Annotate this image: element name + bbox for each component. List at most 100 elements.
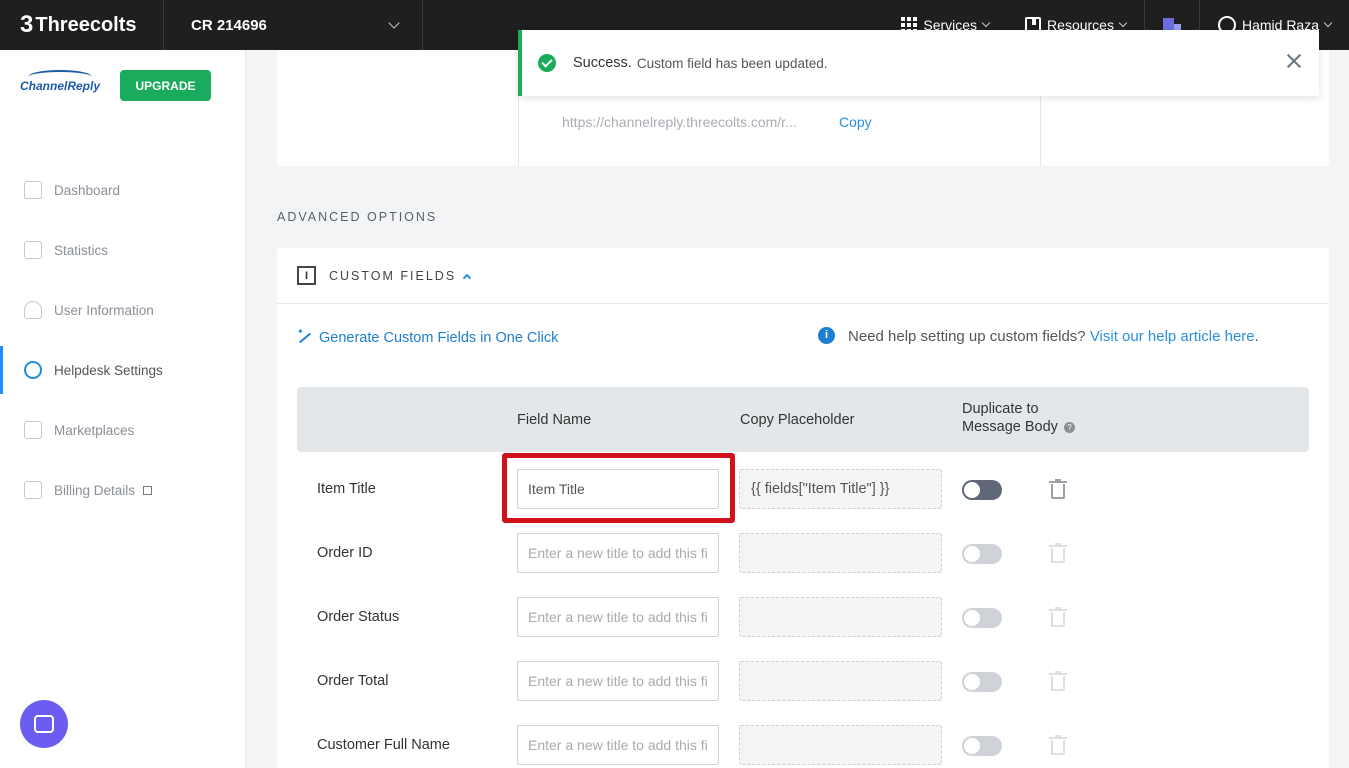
duplicate-toggle[interactable] bbox=[962, 736, 1002, 756]
clipboard-icon bbox=[24, 241, 42, 259]
table-row: Order ID bbox=[297, 533, 1309, 597]
copy-placeholder-box bbox=[739, 725, 942, 765]
home-icon bbox=[24, 181, 42, 199]
copy-url-button[interactable]: Copy bbox=[839, 114, 872, 130]
table-row: Customer Full Name bbox=[297, 725, 1309, 768]
table-header: Field Name Copy Placeholder Duplicate to… bbox=[297, 387, 1309, 452]
sidebar-item-label: Billing Details bbox=[54, 482, 136, 498]
chevron-down-icon bbox=[388, 17, 400, 29]
sidebar-item-dashboard[interactable]: Dashboard bbox=[0, 160, 246, 220]
sidebar-item-billing-details[interactable]: Billing Details bbox=[0, 460, 246, 520]
row-label: Order Total bbox=[317, 673, 389, 689]
custom-fields-card: I CUSTOM FIELDS Generate Custom Fields i… bbox=[277, 248, 1329, 768]
trash-icon[interactable] bbox=[1049, 479, 1067, 499]
info-icon: i bbox=[818, 327, 835, 344]
copy-placeholder-box bbox=[739, 661, 942, 701]
sidebar: ChannelReply UPGRADE Dashboard Statistic… bbox=[0, 50, 246, 768]
sidebar-item-label: User Information bbox=[54, 302, 154, 318]
upgrade-button[interactable]: UPGRADE bbox=[120, 70, 211, 101]
store-icon bbox=[24, 421, 42, 439]
field-name-input[interactable] bbox=[517, 597, 719, 637]
logo-text: ChannelReply bbox=[20, 79, 101, 93]
brand-name: Threecolts bbox=[35, 13, 137, 36]
help-text: Need help setting up custom fields? bbox=[848, 328, 1086, 345]
billing-icon bbox=[24, 481, 42, 499]
field-name-input[interactable] bbox=[517, 725, 719, 765]
custom-fields-title: CUSTOM FIELDS bbox=[329, 268, 457, 283]
column-duplicate: Duplicate to Message Body ? bbox=[962, 400, 1075, 436]
copy-placeholder-box[interactable]: {{ fields["Item Title"] }} bbox=[739, 469, 942, 509]
trash-icon bbox=[1049, 735, 1067, 755]
toggle-knob bbox=[964, 610, 980, 626]
webhook-url: https://channelreply.threecolts.com/r... bbox=[562, 114, 797, 130]
duplicate-toggle[interactable] bbox=[962, 544, 1002, 564]
column-duplicate-line2: Message Body bbox=[962, 419, 1058, 435]
column-field-name: Field Name bbox=[517, 412, 592, 428]
row-label: Order Status bbox=[317, 609, 400, 625]
chat-icon bbox=[34, 715, 54, 733]
gear-icon bbox=[24, 361, 42, 379]
text-field-icon: I bbox=[297, 266, 316, 285]
table-row: Order Total bbox=[297, 661, 1309, 725]
main-content: https://channelreply.threecolts.com/r...… bbox=[246, 50, 1349, 768]
success-toast: Success. Custom field has been updated. bbox=[518, 30, 1319, 96]
row-label: Item Title bbox=[317, 481, 376, 497]
column-duplicate-line1: Duplicate to bbox=[962, 401, 1039, 417]
generate-custom-fields-button[interactable]: Generate Custom Fields in One Click bbox=[297, 327, 559, 346]
toast-message: Custom field has been updated. bbox=[636, 55, 828, 71]
sidebar-item-user-information[interactable]: User Information bbox=[0, 280, 246, 340]
threecolts-logo-icon: 3 bbox=[20, 11, 34, 38]
duplicate-toggle[interactable] bbox=[962, 608, 1002, 628]
sidebar-nav: Dashboard Statistics User Information He… bbox=[0, 160, 246, 520]
help-article-link[interactable]: Visit our help article here bbox=[1090, 328, 1255, 345]
help-question-icon[interactable]: ? bbox=[1063, 421, 1075, 433]
sidebar-item-marketplaces[interactable]: Marketplaces bbox=[0, 400, 246, 460]
trash-icon bbox=[1049, 607, 1067, 627]
field-name-input[interactable] bbox=[517, 469, 719, 509]
sidebar-item-label: Marketplaces bbox=[54, 422, 135, 438]
trash-icon bbox=[1049, 543, 1067, 563]
help-period: . bbox=[1254, 328, 1259, 345]
column-copy-placeholder: Copy Placeholder bbox=[740, 412, 855, 428]
user-icon bbox=[24, 301, 42, 319]
field-name-input[interactable] bbox=[517, 661, 719, 701]
table-row: Order Status bbox=[297, 597, 1309, 661]
check-circle-icon bbox=[538, 54, 556, 72]
sidebar-item-label: Dashboard bbox=[54, 182, 121, 198]
chevron-down-icon bbox=[981, 18, 991, 28]
chevron-down-icon bbox=[1323, 18, 1333, 28]
sidebar-item-label: Helpdesk Settings bbox=[54, 362, 163, 378]
row-label: Order ID bbox=[317, 545, 373, 561]
table-row: Item Title {{ fields["Item Title"] }} bbox=[297, 469, 1309, 533]
toggle-knob bbox=[964, 674, 980, 690]
help-note: i Need help setting up custom fields? Vi… bbox=[818, 326, 1278, 347]
external-link-icon bbox=[143, 485, 153, 495]
copy-placeholder-box bbox=[739, 597, 942, 637]
brand-logo[interactable]: 3 Threecolts bbox=[0, 0, 164, 50]
sidebar-item-statistics[interactable]: Statistics bbox=[0, 220, 246, 280]
sidebar-item-helpdesk-settings[interactable]: Helpdesk Settings bbox=[0, 340, 246, 400]
close-icon[interactable] bbox=[1285, 52, 1303, 70]
account-selector[interactable]: CR 214696 bbox=[164, 0, 423, 50]
field-name-input[interactable] bbox=[517, 533, 719, 573]
toggle-knob bbox=[964, 738, 980, 754]
account-name: CR 214696 bbox=[191, 16, 267, 34]
toggle-knob bbox=[964, 546, 980, 562]
generate-label: Generate Custom Fields in One Click bbox=[319, 330, 559, 346]
help-text-wrap: Need help setting up custom fields? Visi… bbox=[818, 326, 1278, 347]
duplicate-toggle[interactable] bbox=[962, 480, 1002, 500]
row-label: Customer Full Name bbox=[317, 737, 450, 753]
channelreply-logo[interactable]: ChannelReply bbox=[20, 70, 100, 102]
magic-wand-icon bbox=[297, 327, 313, 345]
toggle-knob bbox=[964, 482, 980, 498]
sidebar-item-label: Statistics bbox=[54, 242, 109, 258]
duplicate-toggle[interactable] bbox=[962, 672, 1002, 692]
trash-icon bbox=[1049, 671, 1067, 691]
advanced-options-heading: ADVANCED OPTIONS bbox=[277, 210, 438, 224]
chevron-down-icon bbox=[1118, 18, 1128, 28]
custom-fields-header[interactable]: I CUSTOM FIELDS bbox=[277, 248, 1329, 304]
chat-launcher-button[interactable] bbox=[20, 700, 68, 748]
copy-placeholder-box bbox=[739, 533, 942, 573]
toast-title: Success. bbox=[573, 55, 632, 71]
chevron-up-icon[interactable] bbox=[462, 273, 472, 282]
